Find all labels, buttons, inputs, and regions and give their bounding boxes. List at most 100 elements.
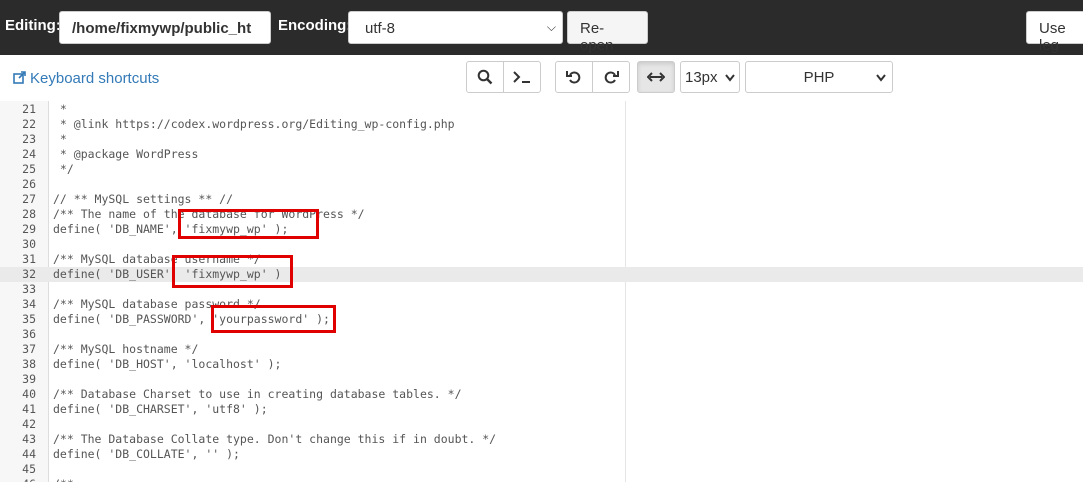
redo-button[interactable] (592, 61, 630, 93)
code-line[interactable]: 38 define( 'DB_HOST', 'localhost' ); (0, 357, 1083, 372)
code-line[interactable]: 33 (0, 282, 1083, 297)
syntax-mode-select[interactable]: PHP (745, 61, 893, 93)
search-tools-group (466, 61, 541, 93)
encoding-value: utf-8 (365, 20, 396, 37)
syntax-mode-value: PHP (803, 69, 835, 86)
line-number: 22 (22, 117, 36, 131)
highlight-db-name (178, 209, 319, 239)
history-tools-group (555, 61, 630, 93)
chevron-down-icon: ⌵ (546, 20, 556, 34)
font-size-select[interactable]: 13px (680, 61, 740, 93)
line-text: * (53, 132, 67, 146)
code-line[interactable]: 27 // ** MySQL settings ** // (0, 192, 1083, 207)
file-path-field[interactable]: /home/fixmywp/public_ht (59, 11, 271, 44)
line-number: 41 (22, 402, 36, 416)
line-text: * (53, 102, 67, 116)
code-line[interactable]: 40 /** Database Charset to use in creatin… (0, 387, 1083, 402)
code-line[interactable]: 28/** The name of the database for WordP… (0, 207, 1083, 222)
highlight-db-password (211, 305, 336, 333)
code-line[interactable]: 37 /** MySQL hostname */ (0, 342, 1083, 357)
code-line[interactable]: 45 (0, 462, 1083, 477)
line-text: define( 'DB_COLLATE', '' ); (53, 447, 240, 461)
line-number: 37 (22, 342, 36, 356)
line-number: 28 (22, 207, 36, 221)
code-line[interactable]: 34/** MySQL database password */ (0, 297, 1083, 312)
line-number: 46 (0, 477, 36, 482)
line-number: 29 (22, 222, 36, 236)
line-number: 39 (22, 372, 36, 386)
line-number: 43 (22, 432, 36, 446)
line-number: 31 (22, 252, 36, 266)
chevron-down-icon (725, 74, 735, 82)
line-number: 24 (22, 147, 36, 161)
code-line[interactable]: 35 define( 'DB_PASSWORD', 'yourpassword' … (0, 312, 1083, 327)
line-text: * @link https://codex.wordpress.org/Edit… (53, 117, 455, 131)
code-line[interactable]: 29 define( 'DB_NAME', 'fixmywp_wp' ); (0, 222, 1083, 237)
chevron-down-icon (876, 74, 886, 82)
code-line[interactable]: 22 * @link https://codex.wordpress.org/E… (0, 117, 1083, 132)
code-line[interactable]: 42 (0, 417, 1083, 432)
line-number: 35 (22, 312, 36, 326)
word-wrap-toggle[interactable] (637, 61, 675, 93)
line-text: */ (53, 162, 74, 176)
keyboard-shortcuts-link[interactable]: Keyboard shortcuts (13, 70, 159, 87)
search-icon (477, 69, 493, 85)
encoding-label: Encoding: (278, 17, 352, 34)
external-link-icon (13, 70, 26, 86)
line-number: 21 (22, 102, 36, 116)
code-line[interactable]: 32 define( 'DB_USER', 'fixmywp_wp' ) (0, 267, 1083, 282)
line-number: 27 (22, 192, 36, 206)
code-line[interactable]: 46 /** (0, 477, 1083, 482)
code-line[interactable]: 41 define( 'DB_CHARSET', 'utf8' ); (0, 402, 1083, 417)
line-number: 23 (22, 132, 36, 146)
line-text: define( 'DB_HOST', 'localhost' ); (53, 357, 282, 371)
code-line[interactable]: 36 (0, 327, 1083, 342)
editor-header-bar: Editing: /home/fixmywp/public_ht Encodin… (0, 0, 1083, 55)
line-number: 25 (22, 162, 36, 176)
line-number: 40 (22, 387, 36, 401)
terminal-icon (513, 71, 530, 83)
line-number: 32 (22, 267, 36, 281)
code-line[interactable]: 21 * (0, 102, 1083, 117)
use-legacy-editor-button[interactable]: Use leg (1026, 11, 1083, 54)
code-line[interactable]: 23 * (0, 132, 1083, 147)
line-text: /** Database Charset to use in creating … (53, 387, 462, 401)
line-text: /** The Database Collate type. Don't cha… (53, 432, 497, 446)
code-line[interactable]: 44 define( 'DB_COLLATE', '' ); (0, 447, 1083, 462)
line-text: /** (53, 477, 74, 482)
line-number: 33 (22, 282, 36, 296)
code-line[interactable]: 30 (0, 237, 1083, 252)
line-text: define( 'DB_CHARSET', 'utf8' ); (53, 402, 268, 416)
line-number: 34 (22, 297, 36, 311)
line-number: 26 (22, 177, 36, 191)
editing-label: Editing: (5, 17, 61, 34)
search-button[interactable] (466, 61, 504, 93)
code-line[interactable]: 43 /** The Database Collate type. Don't c… (0, 432, 1083, 447)
code-line[interactable]: 39 (0, 372, 1083, 387)
arrows-horizontal-icon (647, 72, 665, 82)
editor-toolbar: Keyboard shortcuts 13px PHP (0, 55, 1083, 102)
font-size-value: 13px (685, 69, 718, 86)
line-number: 44 (22, 447, 36, 461)
line-text: /** MySQL hostname */ (53, 342, 199, 356)
reopen-button[interactable]: Re-open (567, 11, 648, 54)
undo-button[interactable] (555, 61, 593, 93)
line-number: 30 (22, 237, 36, 251)
code-line[interactable]: 31/** MySQL database username */ (0, 252, 1083, 267)
line-number: 36 (22, 327, 36, 341)
goto-line-button[interactable] (503, 61, 541, 93)
line-number: 45 (22, 462, 36, 476)
code-line[interactable]: 26 (0, 177, 1083, 192)
highlight-db-user (172, 255, 293, 288)
code-line[interactable]: 25 */ (0, 162, 1083, 177)
line-number: 42 (22, 417, 36, 431)
code-line[interactable]: 24 * @package WordPress (0, 147, 1083, 162)
wrap-tools-group (637, 61, 675, 93)
code-lines: 21 * 22 * @link https://codex.wordpress.o… (0, 101, 1083, 482)
encoding-select[interactable]: utf-8 ⌵ (348, 11, 563, 44)
line-text: * @package WordPress (53, 147, 199, 161)
code-editor[interactable]: 21 * 22 * @link https://codex.wordpress.o… (0, 101, 1083, 482)
undo-icon (566, 71, 581, 84)
keyboard-shortcuts-label: Keyboard shortcuts (30, 70, 160, 87)
line-text: // ** MySQL settings ** // (53, 192, 234, 206)
